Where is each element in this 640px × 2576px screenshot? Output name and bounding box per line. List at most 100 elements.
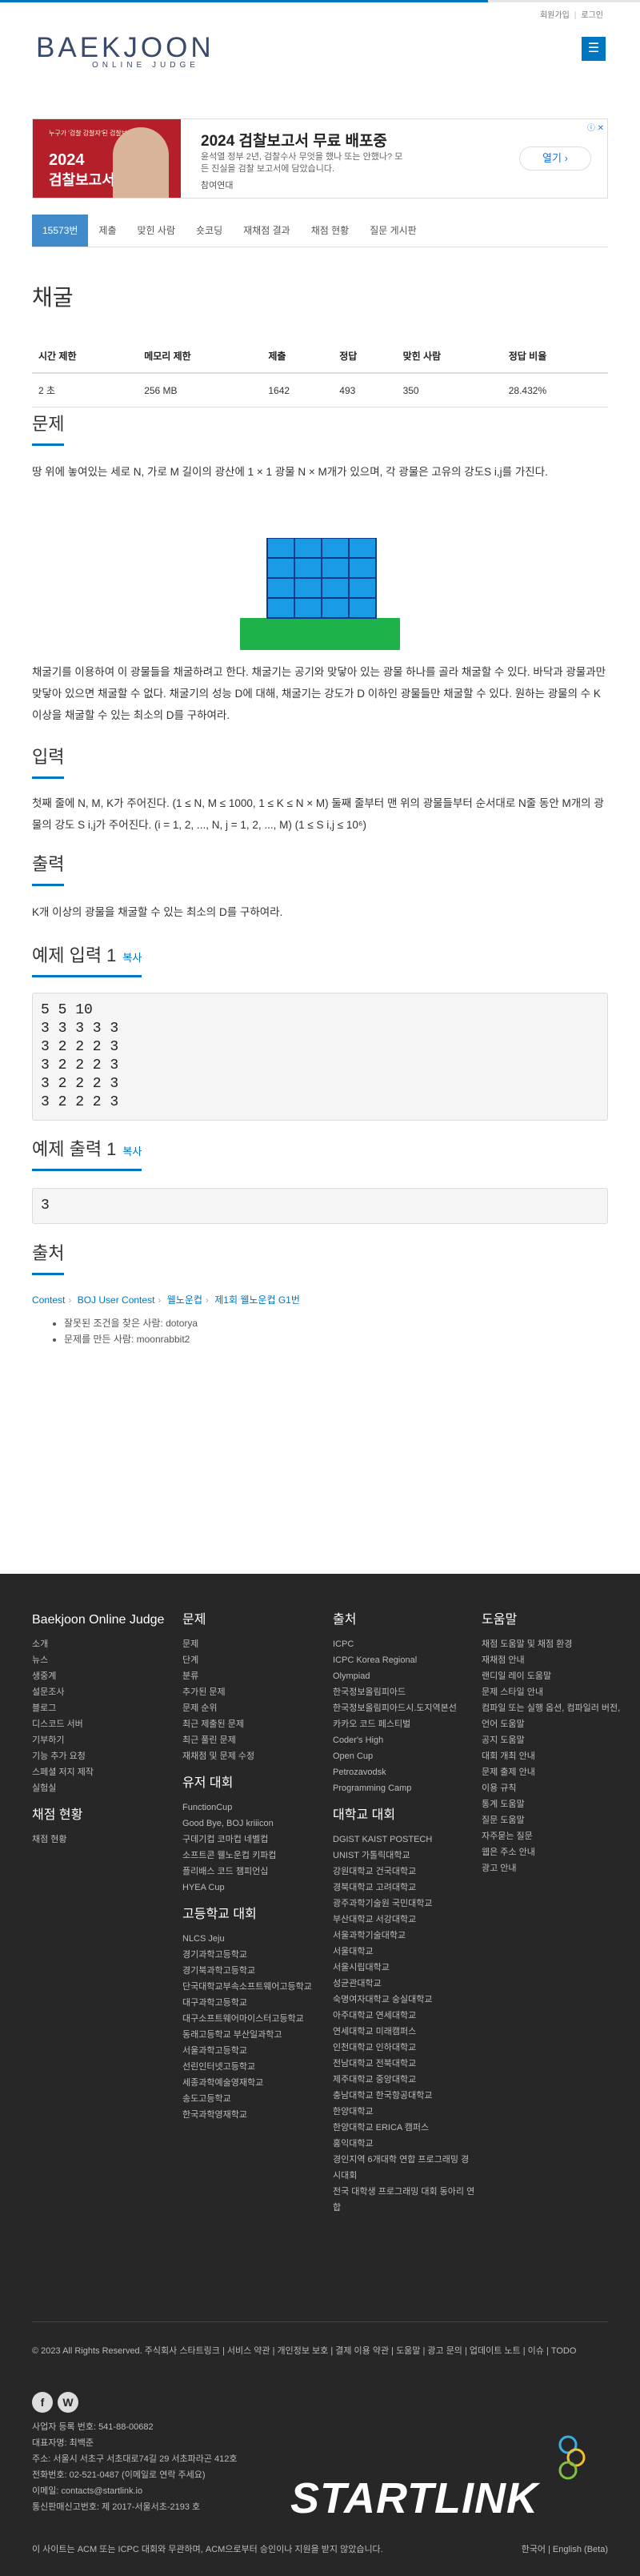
footer-link[interactable]: 충남대학교 한국항공대학교 (333, 2088, 477, 2104)
ad-image[interactable]: 누구가 '검찰 감찰자'된 검찰보다 2024 검찰보고서 (33, 119, 181, 198)
footer-link[interactable]: 카카오 코드 페스티벌 (333, 1716, 477, 1732)
ad-close-icon[interactable]: ⓘ ✕ (587, 121, 604, 133)
copy-sample-input-button[interactable]: 복사 (122, 952, 142, 964)
facebook-icon[interactable]: f (32, 2392, 53, 2413)
startlink-logo[interactable]: STARTLINK (290, 2474, 538, 2523)
footer-link[interactable]: 랜디일 레이 도움말 (482, 1668, 626, 1684)
language-switcher[interactable]: 한국어 | English (Beta) (522, 2542, 608, 2555)
footer-link[interactable]: 대구과학고등학교 (182, 1995, 326, 2011)
footer-link[interactable]: 한국과학영재학교 (182, 2107, 326, 2123)
source-link-wellknown[interactable]: 웰노운컵 (167, 1294, 202, 1306)
menu-toggle-button[interactable]: ☰ (582, 37, 606, 61)
footer-link[interactable]: DGIST KAIST POSTECH (333, 1832, 477, 1848)
footer-link[interactable]: 동래고등학교 부산일과학고 (182, 2027, 326, 2043)
footer-link[interactable]: 문제 순위 (182, 1700, 326, 1716)
footer-link[interactable]: 한국정보올림피아드 (333, 1684, 477, 1700)
footer-link[interactable]: 한양대학교 ERICA 캠퍼스 (333, 2120, 477, 2136)
footer-link[interactable]: 강원대학교 건국대학교 (333, 1864, 477, 1880)
tab-status[interactable]: 채점 현황 (301, 215, 360, 247)
footer-link[interactable]: 추가된 문제 (182, 1684, 326, 1700)
footer-link[interactable]: Coder's High (333, 1732, 477, 1748)
footer-link[interactable]: ICPC Korea Regional (333, 1652, 477, 1668)
tab-problem[interactable]: 15573번 (32, 215, 89, 247)
footer-link[interactable]: 숙명여자대학교 숭실대학교 (333, 1992, 477, 2008)
footer-link[interactable]: 재채점 안내 (482, 1652, 626, 1668)
footer-link[interactable]: 단계 (182, 1652, 326, 1668)
footer-link[interactable]: 선린인터넷고등학교 (182, 2059, 326, 2075)
tab-solvers[interactable]: 맞힌 사람 (127, 215, 186, 247)
footer-link[interactable]: 채점 도움말 및 채점 환경 (482, 1636, 626, 1652)
footer-link[interactable]: Olympiad (333, 1668, 477, 1684)
footer-link[interactable]: 서울과학기술대학교 (333, 1928, 477, 1944)
footer-link[interactable]: 디스코드 서버 (32, 1716, 176, 1732)
tab-shortcoding[interactable]: 숏코딩 (186, 215, 233, 247)
tab-qna[interactable]: 질문 게시판 (359, 215, 427, 247)
source-link-round[interactable]: 제1회 웰노운컵 G1번 (214, 1294, 300, 1306)
footer-link[interactable]: 한양대학교 (333, 2104, 477, 2120)
source-link-user-contest[interactable]: BOJ User Contest (78, 1294, 155, 1306)
footer-link[interactable]: Open Cup (333, 1748, 477, 1764)
source-link-contest[interactable]: Contest (32, 1294, 65, 1306)
footer-link[interactable]: 최근 풀린 문제 (182, 1732, 326, 1748)
footer-link[interactable]: 컴파일 또는 실행 옵션, 컴파일러 버전, 언어 도움말 (482, 1700, 626, 1732)
signup-link[interactable]: 회원가입 (540, 11, 570, 20)
footer-link[interactable]: 전국 대학생 프로그래밍 대회 동아리 연합 (333, 2184, 477, 2216)
footer-link[interactable]: 대구소프트웨어마이스터고등학교 (182, 2011, 326, 2027)
login-link[interactable]: 로그인 (581, 11, 603, 20)
footer-link[interactable]: 소개 (32, 1636, 176, 1652)
footer-link[interactable]: 연세대학교 미래캠퍼스 (333, 2024, 477, 2040)
footer-link[interactable]: 아주대학교 연세대학교 (333, 2008, 477, 2024)
footer-link[interactable]: 단국대학교부속소프트웨어고등학교 (182, 1979, 326, 1995)
footer-link[interactable]: 문제 스타일 안내 (482, 1684, 626, 1700)
footer-link[interactable]: 플리배스 코드 챔피언십 (182, 1864, 326, 1880)
footer-link[interactable]: 스페셜 저지 제작 (32, 1764, 176, 1780)
ad-banner[interactable]: 누구가 '검찰 감찰자'된 검찰보다 2024 검찰보고서 2024 검찰보고서… (32, 118, 608, 199)
footer-link[interactable]: FunctionCup (182, 1800, 326, 1816)
sample-output-box[interactable]: 3 (32, 1188, 608, 1224)
footer-link[interactable]: Programming Camp (333, 1780, 477, 1796)
ad-title[interactable]: 2024 검찰보고서 무료 배포중 (201, 129, 387, 150)
footer-link[interactable]: 채점 현황 (32, 1832, 176, 1848)
footer-link[interactable]: ICPC (333, 1636, 477, 1652)
footer-link[interactable]: 대회 개최 안내 (482, 1748, 626, 1764)
footer-link[interactable]: 질문 도움말 (482, 1812, 626, 1828)
footer-link[interactable]: 구데기컵 코마컵 네벨컵 (182, 1832, 326, 1848)
footer-legal-links[interactable]: © 2023 All Rights Reserved. 주식회사 스타트링크 |… (32, 2343, 608, 2359)
footer-link[interactable]: 자주묻는 질문 (482, 1828, 626, 1844)
footer-link[interactable]: 기부하기 (32, 1732, 176, 1748)
wordpress-icon[interactable]: W (58, 2392, 78, 2413)
ad-open-button[interactable]: 열기 › (519, 146, 591, 171)
footer-link[interactable]: Good Bye, BOJ kriiicon (182, 1816, 326, 1832)
footer-link[interactable]: 설문조사 (32, 1684, 176, 1700)
footer-link[interactable]: 광주과학기술원 국민대학교 (333, 1896, 477, 1912)
footer-link[interactable]: 뉴스 (32, 1652, 176, 1668)
tab-rejudge[interactable]: 재채점 결과 (233, 215, 301, 247)
footer-link[interactable]: 통계 도움말 (482, 1796, 626, 1812)
footer-link[interactable]: 한국정보올림피아드시.도지역본선 (333, 1700, 477, 1716)
footer-link[interactable]: NLCS Jeju (182, 1931, 326, 1947)
footer-link[interactable]: 광고 안내 (482, 1860, 626, 1876)
footer-link[interactable]: HYEA Cup (182, 1880, 326, 1896)
footer-link[interactable]: 전남대학교 전북대학교 (333, 2056, 477, 2072)
footer-link[interactable]: 서울과학고등학교 (182, 2043, 326, 2059)
footer-link[interactable]: 서울시립대학교 (333, 1960, 477, 1976)
footer-link[interactable]: UNIST 가톨릭대학교 (333, 1848, 477, 1864)
footer-link[interactable]: 송도고등학교 (182, 2091, 326, 2107)
footer-link[interactable]: 인천대학교 인하대학교 (333, 2040, 477, 2056)
footer-link[interactable]: 제주대학교 중앙대학교 (333, 2072, 477, 2088)
footer-link[interactable]: 세종과학예술영재학교 (182, 2075, 326, 2091)
footer-link[interactable]: 성균관대학교 (333, 1976, 477, 1992)
footer-link[interactable]: 문제 출제 안내 (482, 1764, 626, 1780)
footer-link[interactable]: 웹은 주소 안내 (482, 1844, 626, 1860)
footer-link[interactable]: 경기북과학고등학교 (182, 1963, 326, 1979)
footer-link[interactable]: 부산대학교 서강대학교 (333, 1912, 477, 1928)
footer-link[interactable]: 실험실 (32, 1780, 176, 1796)
footer-link[interactable]: 소프트콘 웰노운컵 키파컵 (182, 1848, 326, 1864)
footer-link[interactable]: 공지 도움말 (482, 1732, 626, 1748)
tab-submit[interactable]: 제출 (88, 215, 126, 247)
footer-link[interactable]: 경기과학고등학교 (182, 1947, 326, 1963)
footer-link[interactable]: 분류 (182, 1668, 326, 1684)
footer-link[interactable]: 서울대학교 (333, 1944, 477, 1960)
footer-link[interactable]: 문제 (182, 1636, 326, 1652)
footer-link[interactable]: 블로그 (32, 1700, 176, 1716)
